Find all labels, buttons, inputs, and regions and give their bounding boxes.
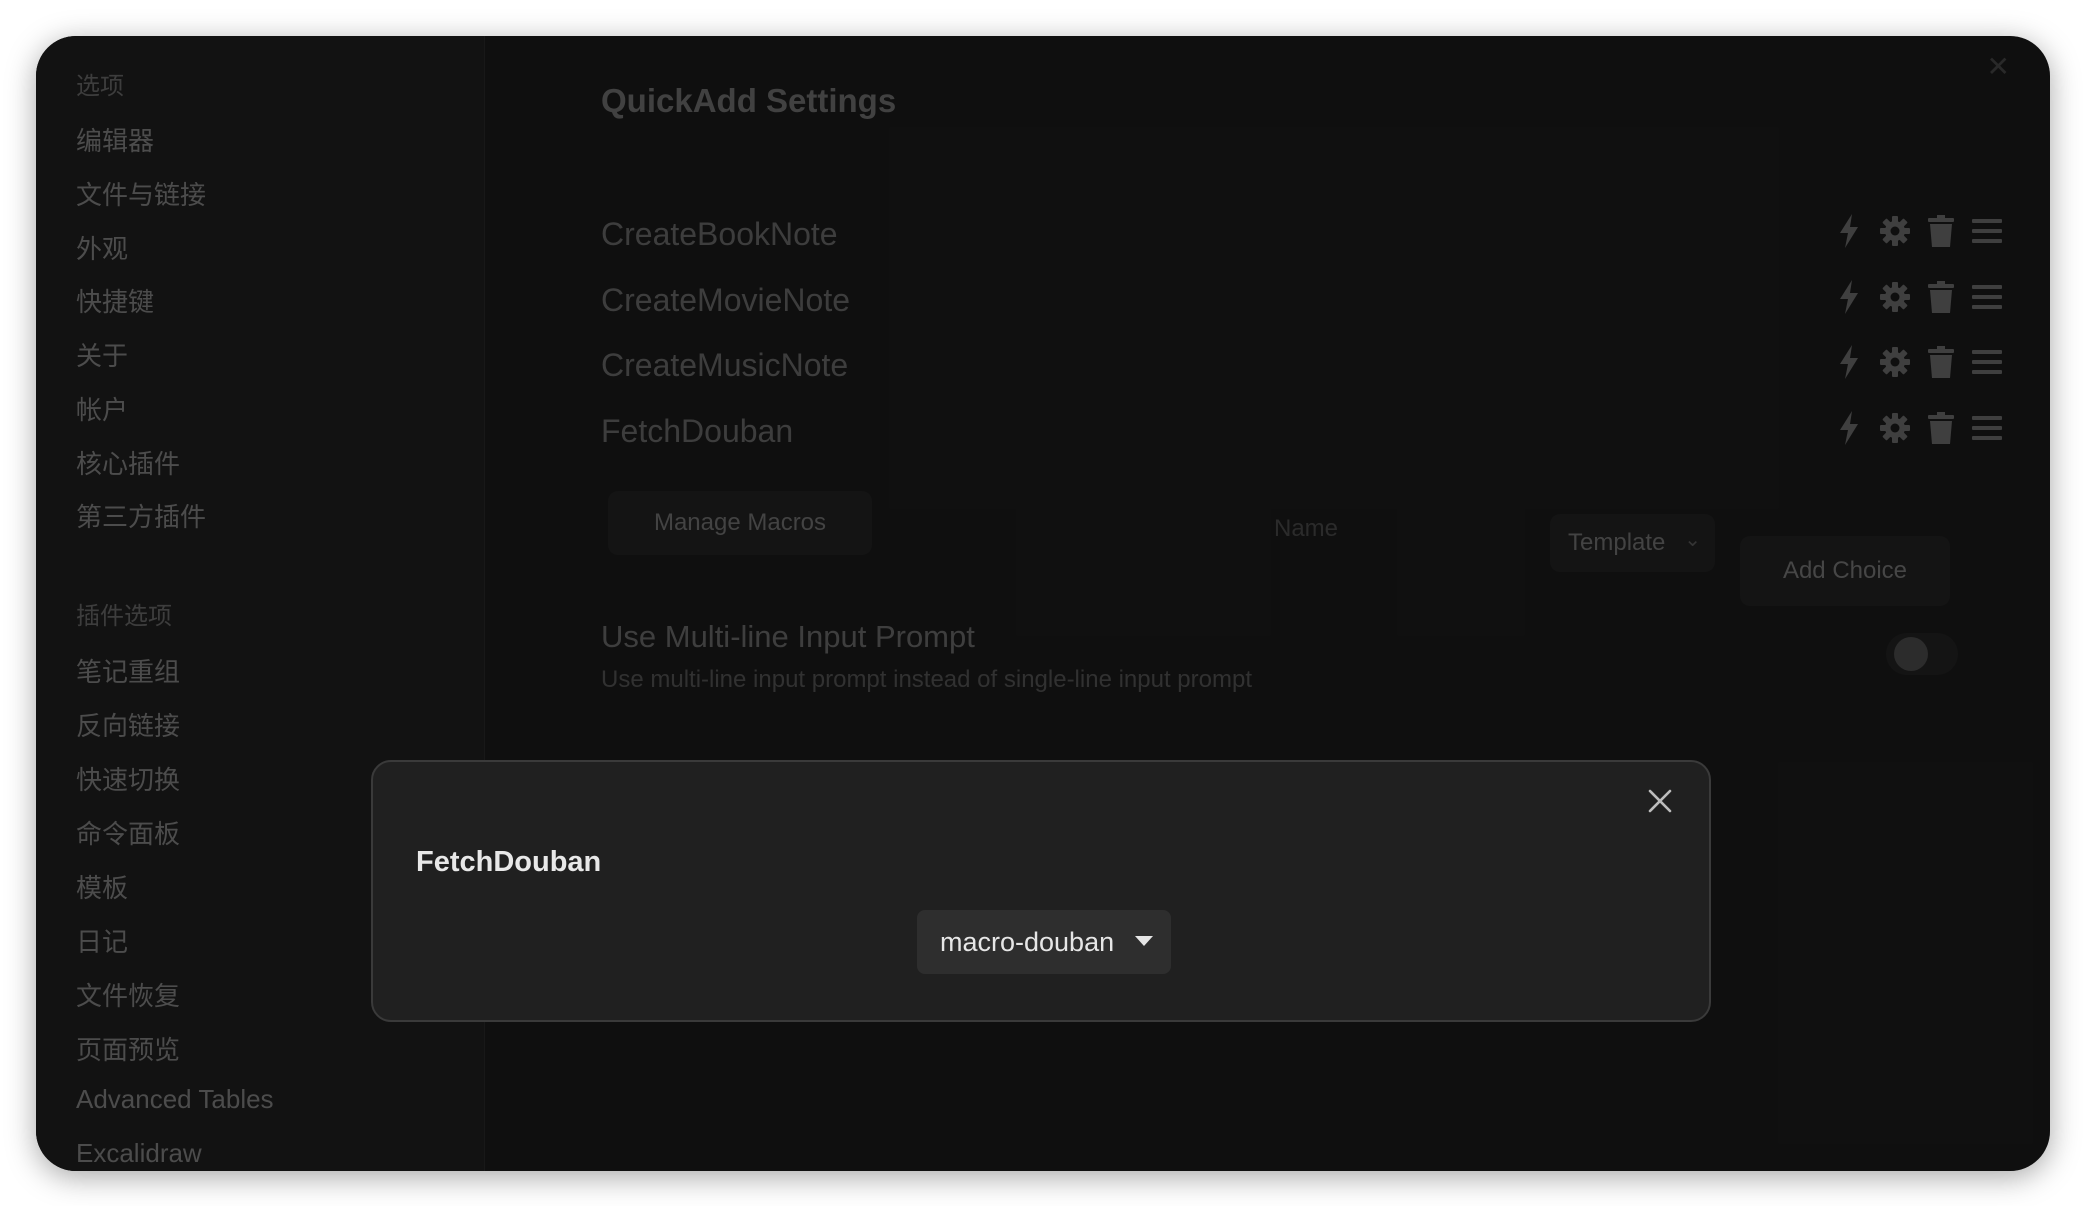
macro-select-value: macro-douban [940, 926, 1115, 957]
close-icon[interactable] [1643, 784, 1677, 818]
macro-select-dropdown[interactable]: macro-douban [917, 910, 1171, 974]
modal-title: FetchDouban [416, 846, 602, 878]
macro-choice-modal: FetchDouban macro-douban [371, 760, 1711, 1022]
caret-down-icon [1135, 936, 1153, 946]
settings-window: ✕ 选项 编辑器 文件与链接 外观 快捷键 关于 帐户 核心插件 第三方插件 插… [36, 36, 2050, 1171]
